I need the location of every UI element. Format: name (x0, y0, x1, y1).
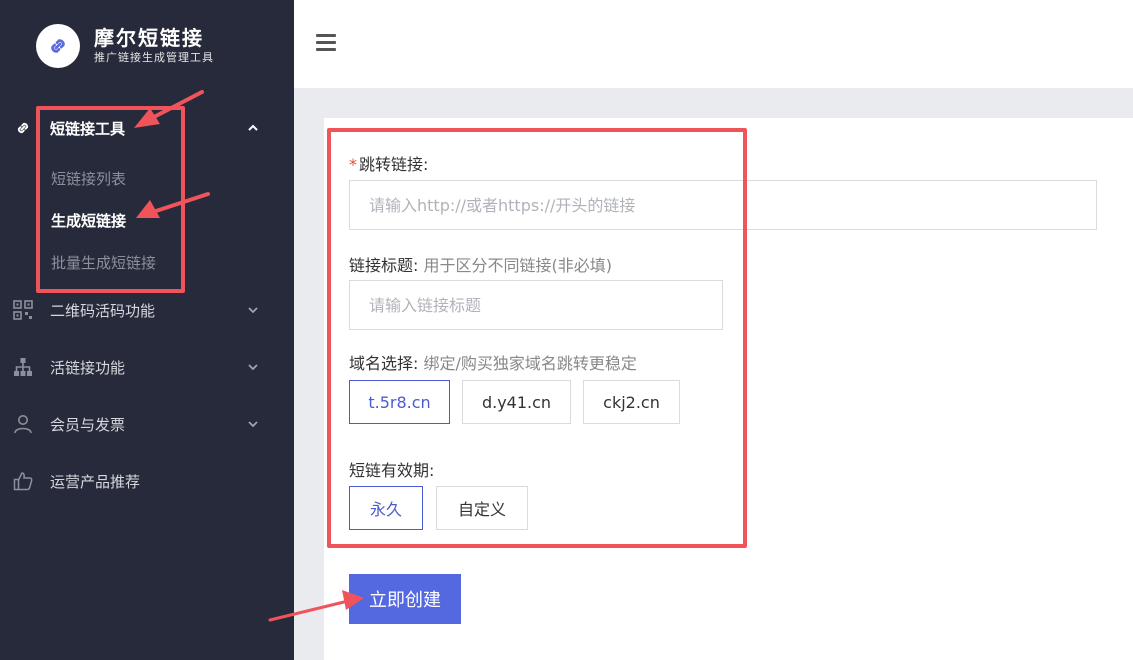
sidebar-item-label: 二维码活码功能 (50, 301, 156, 320)
sidebar-item-label: 会员与发票 (50, 415, 126, 434)
hamburger-icon[interactable] (316, 34, 336, 52)
annotation-box-sidebar (36, 106, 185, 293)
brand-subtitle: 推广链接生成管理工具 (94, 51, 214, 64)
sidebar-item-label: 活链接功能 (50, 358, 126, 377)
chevron-down-icon (245, 416, 261, 432)
chevron-up-icon (245, 120, 261, 136)
brand-title: 摩尔短链接 (94, 26, 204, 50)
sidebar-item-qrcode[interactable]: 二维码活码功能 (0, 290, 294, 330)
sidebar-item-product-recommend[interactable]: 运营产品推荐 (0, 461, 294, 501)
thumbs-up-icon (12, 470, 34, 492)
topbar (294, 0, 1133, 88)
brand[interactable]: 摩尔短链接 推广链接生成管理工具 (36, 24, 214, 68)
qrcode-icon (12, 299, 34, 321)
sitemap-icon (12, 356, 34, 378)
annotation-box-form (327, 128, 747, 548)
sidebar-item-label: 运营产品推荐 (50, 472, 141, 491)
sidebar-item-live-link[interactable]: 活链接功能 (0, 347, 294, 387)
link-icon (12, 117, 34, 139)
create-button[interactable]: 立即创建 (349, 574, 461, 624)
chevron-down-icon (245, 302, 261, 318)
sidebar-item-membership-invoice[interactable]: 会员与发票 (0, 404, 294, 444)
chevron-down-icon (245, 359, 261, 375)
user-icon (12, 413, 34, 435)
sidebar: 摩尔短链接 推广链接生成管理工具 短链接工具 短链接列表 生成短链接 批量生成短… (0, 0, 294, 660)
logo-link-icon (36, 24, 80, 68)
